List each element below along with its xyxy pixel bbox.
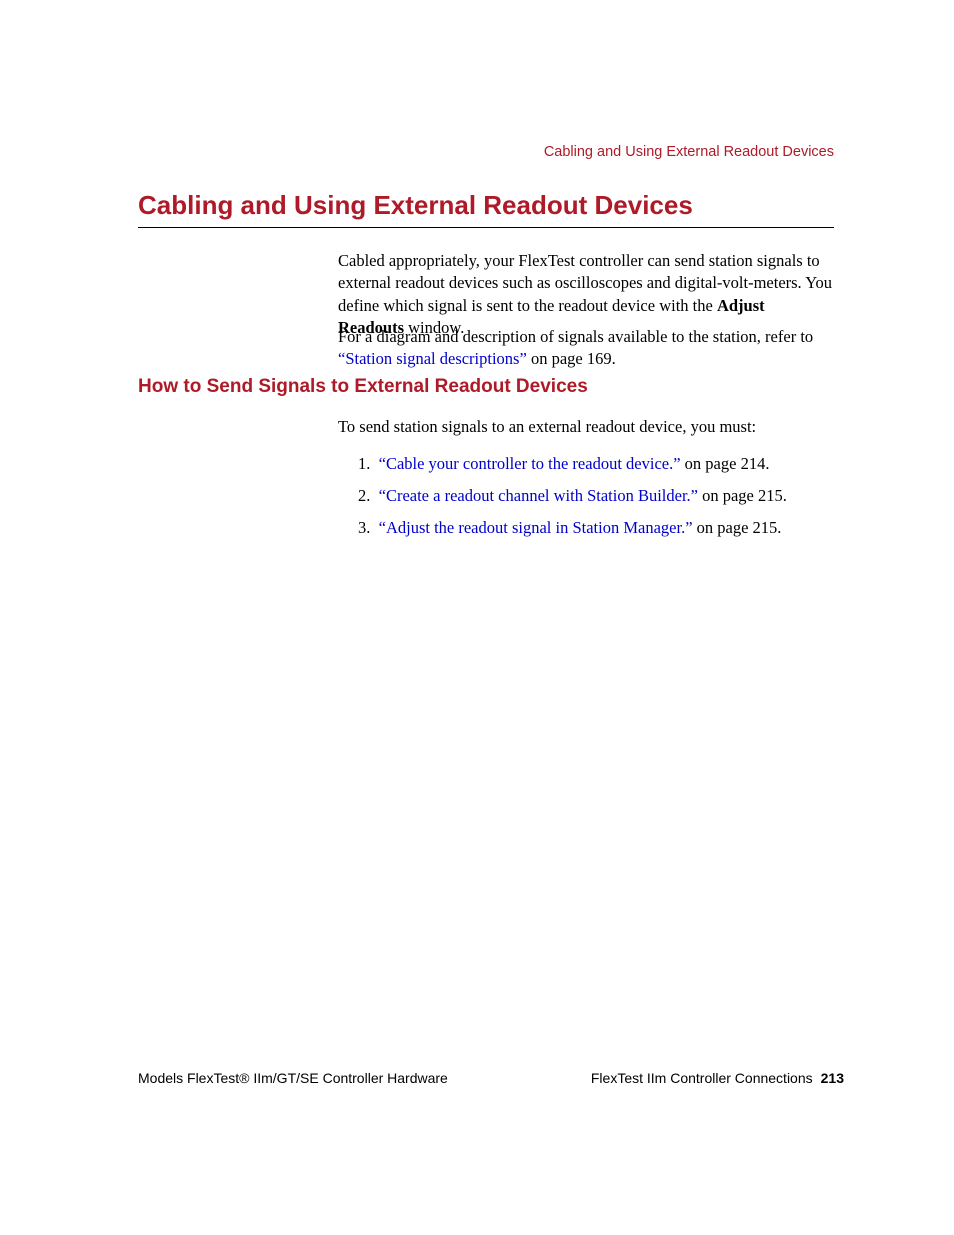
footer-section: FlexTest IIm Controller Connections: [591, 1070, 813, 1086]
text-run: For a diagram and description of signals…: [338, 327, 813, 346]
ref-paragraph: For a diagram and description of signals…: [338, 326, 834, 371]
footer-left: Models FlexTest® IIm/GT/SE Controller Ha…: [138, 1070, 448, 1086]
text-run: on page 215.: [698, 486, 787, 505]
list-number: 1.: [358, 454, 370, 473]
running-header: Cabling and Using External Readout Devic…: [544, 144, 834, 160]
ordered-list: 1. “Cable your controller to the readout…: [358, 450, 834, 546]
page-number: 213: [821, 1070, 844, 1086]
list-item: 3. “Adjust the readout signal in Station…: [358, 514, 834, 542]
list-number: 2.: [358, 486, 370, 505]
instruction-paragraph: To send station signals to an external r…: [338, 416, 834, 438]
heading-cabling-external-readout: Cabling and Using External Readout Devic…: [138, 190, 834, 228]
list-number: 3.: [358, 518, 370, 537]
page: Cabling and Using External Readout Devic…: [0, 0, 954, 1235]
link-create-readout-channel[interactable]: “Create a readout channel with Station B…: [379, 486, 698, 505]
link-adjust-readout-signal[interactable]: “Adjust the readout signal in Station Ma…: [379, 518, 693, 537]
footer-right: FlexTest IIm Controller Connections 213: [591, 1070, 844, 1086]
text-run: on page 214.: [681, 454, 770, 473]
text-run: on page 169.: [527, 349, 616, 368]
text-run: on page 215.: [693, 518, 782, 537]
link-station-signal-descriptions[interactable]: “Station signal descriptions”: [338, 349, 527, 368]
link-cable-controller[interactable]: “Cable your controller to the readout de…: [379, 454, 681, 473]
list-item: 1. “Cable your controller to the readout…: [358, 450, 834, 478]
list-item: 2. “Create a readout channel with Statio…: [358, 482, 834, 510]
heading-how-to-send-signals: How to Send Signals to External Readout …: [138, 376, 588, 398]
